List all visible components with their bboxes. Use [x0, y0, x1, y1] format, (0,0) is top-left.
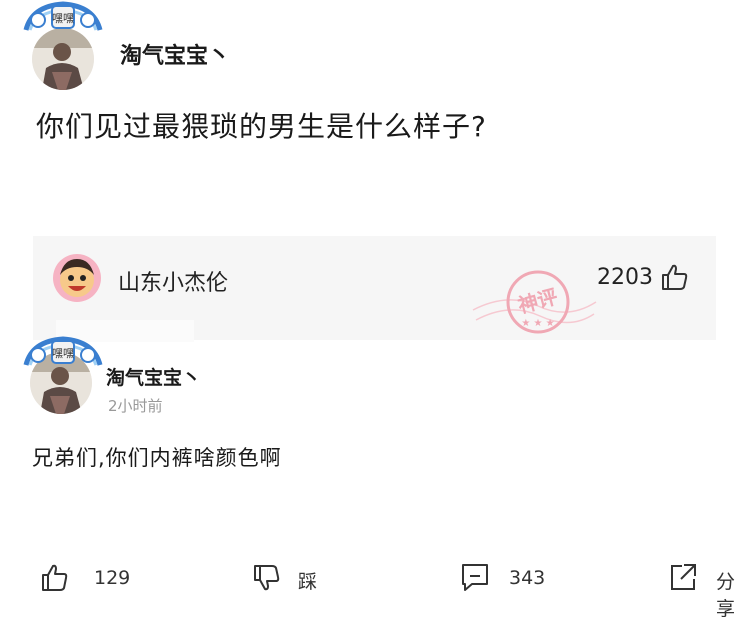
svg-text:★ ★ ★: ★ ★ ★: [521, 318, 554, 329]
share-label[interactable]: 分享: [716, 567, 750, 621]
question-title: 你们见过最猥琐的男生是什么样子?: [36, 110, 487, 143]
reply-avatar-badge-text: 嘿嘿: [52, 347, 74, 360]
like-count[interactable]: 129: [94, 567, 130, 589]
avatar-pendant-icon: 嘿嘿: [23, 1, 103, 31]
dislike-icon[interactable]: [252, 562, 282, 592]
like-icon[interactable]: [40, 562, 70, 592]
comment-icon[interactable]: [460, 562, 490, 592]
thumbs-up-icon[interactable]: [660, 262, 690, 292]
reply-text: 兄弟们,你们内裤啥颜色啊: [32, 446, 282, 470]
share-icon[interactable]: [668, 562, 698, 592]
reply-username[interactable]: 淘气宝宝丶: [106, 363, 201, 390]
commenter-username[interactable]: 山东小杰伦: [118, 265, 228, 297]
reply-timestamp: 2小时前: [108, 397, 163, 415]
hot-comment-stamp-icon: 神评 ★ ★ ★: [472, 270, 597, 334]
stamp-text: 神评: [515, 284, 560, 318]
comment-count[interactable]: 343: [509, 567, 545, 589]
reply-avatar-pendant-icon: 嘿嘿: [23, 336, 103, 366]
top-comment-like-count: 2203: [597, 265, 653, 290]
avatar-badge-text: 嘿嘿: [52, 12, 74, 25]
commenter-avatar[interactable]: [52, 253, 102, 303]
op-username[interactable]: 淘气宝宝丶: [120, 38, 230, 70]
